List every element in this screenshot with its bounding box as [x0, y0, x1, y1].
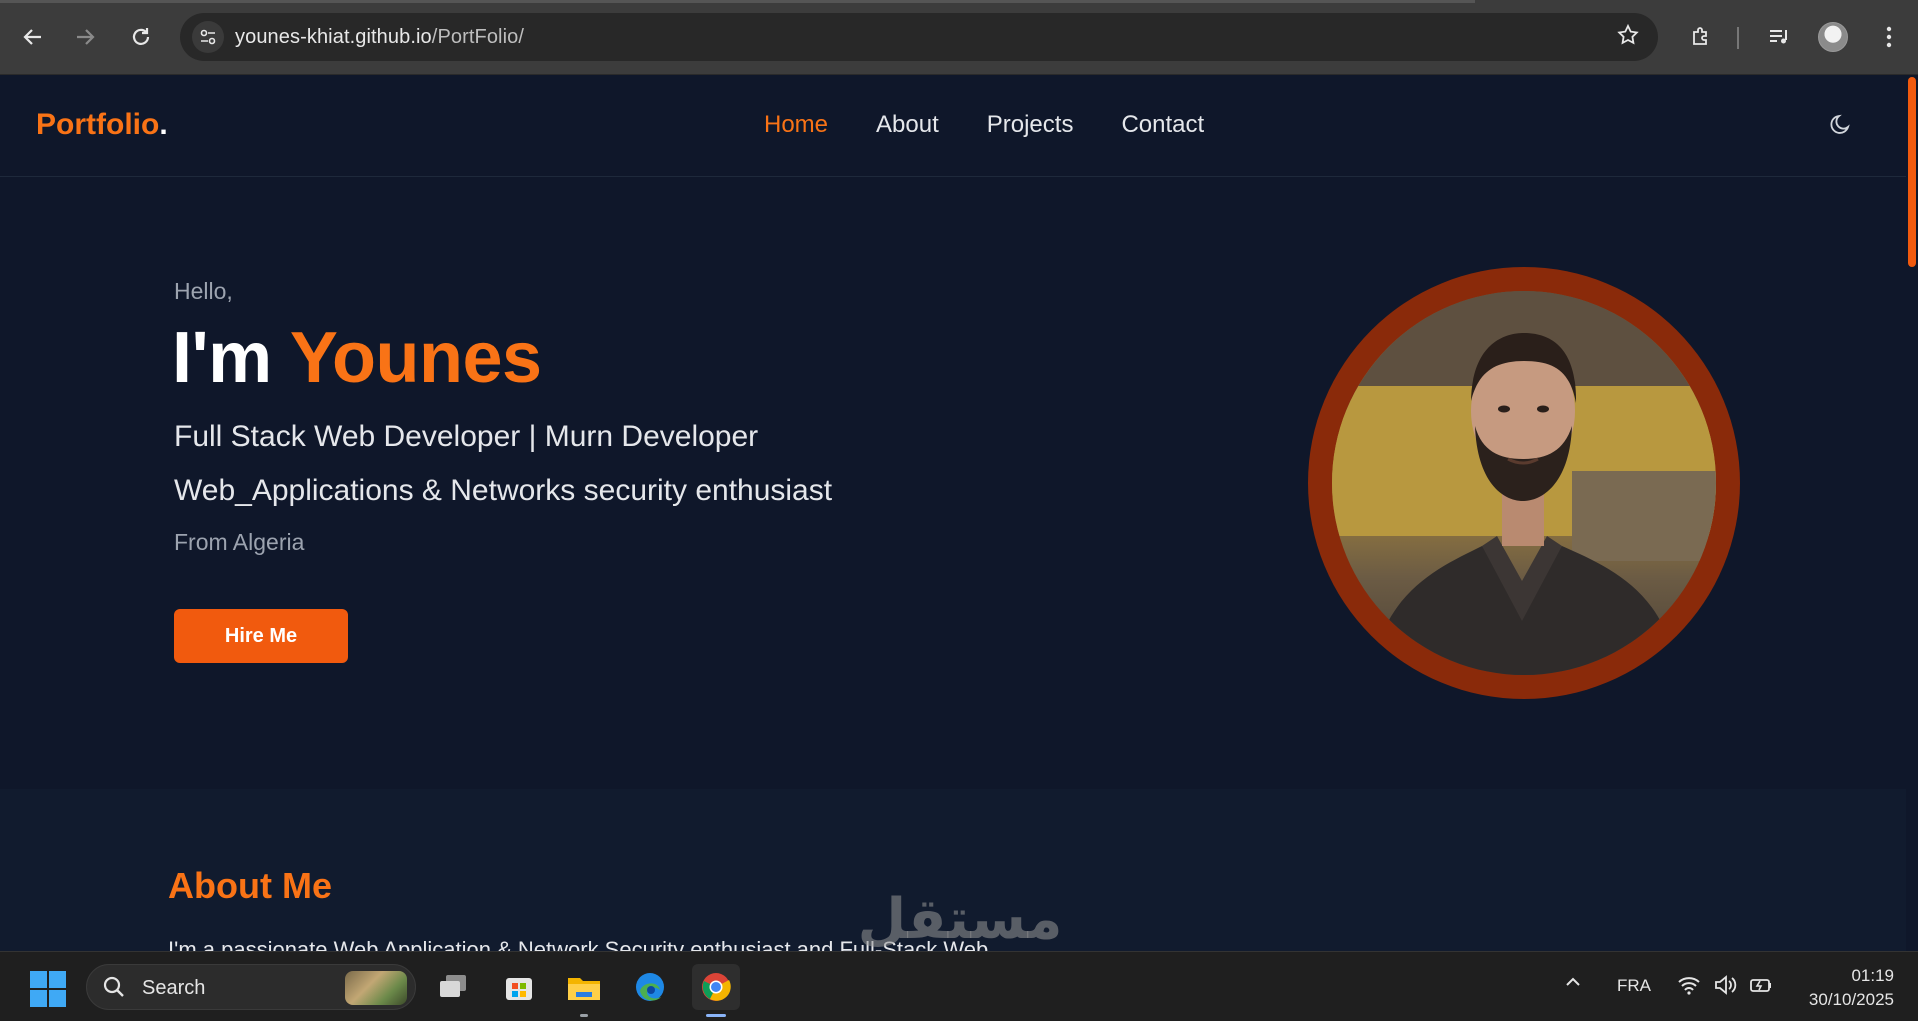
logo-dot: .	[159, 108, 168, 141]
chrome-active-indicator	[706, 1014, 726, 1017]
battery-charging-icon[interactable]	[1748, 972, 1774, 998]
forward-arrow-icon[interactable]	[68, 20, 102, 54]
tab-strip-edge	[0, 0, 1475, 3]
clock-time: 01:19	[1851, 966, 1894, 985]
windows-taskbar: Search FRA 01:19 30/10/2025	[0, 951, 1918, 1021]
system-clock[interactable]: 01:19 30/10/2025	[1798, 964, 1894, 1012]
hero-section: Hello, I'm Younes Full Stack Web Develop…	[0, 177, 1906, 789]
edge-browser-icon[interactable]	[626, 964, 674, 1010]
moon-icon[interactable]	[1828, 111, 1860, 143]
microsoft-store-icon[interactable]	[495, 964, 543, 1010]
file-explorer-icon[interactable]	[560, 964, 608, 1010]
address-bar[interactable]: younes-khiat.github.io/PortFolio/	[180, 13, 1658, 61]
hero-name: Younes	[289, 318, 542, 398]
nav-link-home[interactable]: Home	[764, 111, 828, 139]
hero-tagline: Web_Applications & Networks security ent…	[174, 474, 833, 507]
url-path: /PortFolio/	[431, 26, 525, 48]
input-language[interactable]: FRA	[1617, 976, 1651, 996]
url-text[interactable]: younes-khiat.github.io/PortFolio/	[235, 26, 524, 49]
media-playlist-icon[interactable]	[1762, 20, 1796, 54]
logo-text: Portfolio	[36, 108, 160, 141]
file-explorer-indicator	[580, 1014, 588, 1017]
search-icon	[101, 974, 127, 1000]
chrome-browser-icon[interactable]	[692, 964, 740, 1010]
toolbar-separator	[1737, 27, 1739, 49]
about-text: I'm a passionate Web Application & Netwo…	[168, 937, 989, 951]
hire-me-button[interactable]: Hire Me	[174, 609, 348, 663]
search-highlight-image	[345, 971, 407, 1005]
site-logo[interactable]: Portfolio.	[36, 108, 168, 142]
show-hidden-icons-chevron-icon[interactable]	[1563, 972, 1583, 998]
extensions-icon[interactable]	[1684, 20, 1718, 54]
nav-link-contact[interactable]: Contact	[1121, 111, 1204, 139]
nav-link-projects[interactable]: Projects	[987, 111, 1074, 139]
menu-kebab-icon[interactable]	[1872, 20, 1906, 54]
hero-role: Full Stack Web Developer | Murn Develope…	[174, 420, 759, 453]
page-scrollbar-thumb[interactable]	[1908, 77, 1916, 267]
about-title: About Me	[168, 865, 332, 906]
profile-photo-ring	[1308, 267, 1740, 699]
windows-start-icon[interactable]	[30, 971, 66, 1007]
hero-origin: From Algeria	[174, 529, 305, 555]
hero-greeting: Hello,	[174, 278, 233, 304]
profile-avatar[interactable]	[1818, 22, 1848, 52]
hero-headline: I'm Younes	[172, 317, 542, 399]
clock-date: 30/10/2025	[1808, 990, 1894, 1009]
reload-icon[interactable]	[124, 20, 158, 54]
site-navbar: Portfolio. Home About Projects Contact	[0, 75, 1906, 177]
search-label: Search	[142, 977, 206, 999]
volume-icon[interactable]	[1712, 972, 1738, 998]
back-arrow-icon[interactable]	[16, 20, 50, 54]
url-host: younes-khiat.github.io	[235, 26, 432, 48]
task-view-icon[interactable]	[429, 964, 477, 1010]
nav-link-about[interactable]: About	[876, 111, 939, 139]
taskbar-search[interactable]: Search	[86, 964, 416, 1010]
nav-links: Home About Projects Contact	[764, 111, 1204, 139]
webpage: Portfolio. Home About Projects Contact H…	[0, 75, 1906, 951]
about-section: About Me I'm a passionate Web Applicatio…	[0, 789, 1906, 951]
browser-toolbar: younes-khiat.github.io/PortFolio/	[0, 0, 1918, 75]
bookmark-star-icon[interactable]	[1616, 23, 1640, 54]
wifi-icon[interactable]	[1676, 972, 1702, 998]
hero-intro: I'm	[172, 318, 290, 398]
profile-photo	[1332, 291, 1716, 675]
site-info-icon[interactable]	[192, 21, 224, 53]
